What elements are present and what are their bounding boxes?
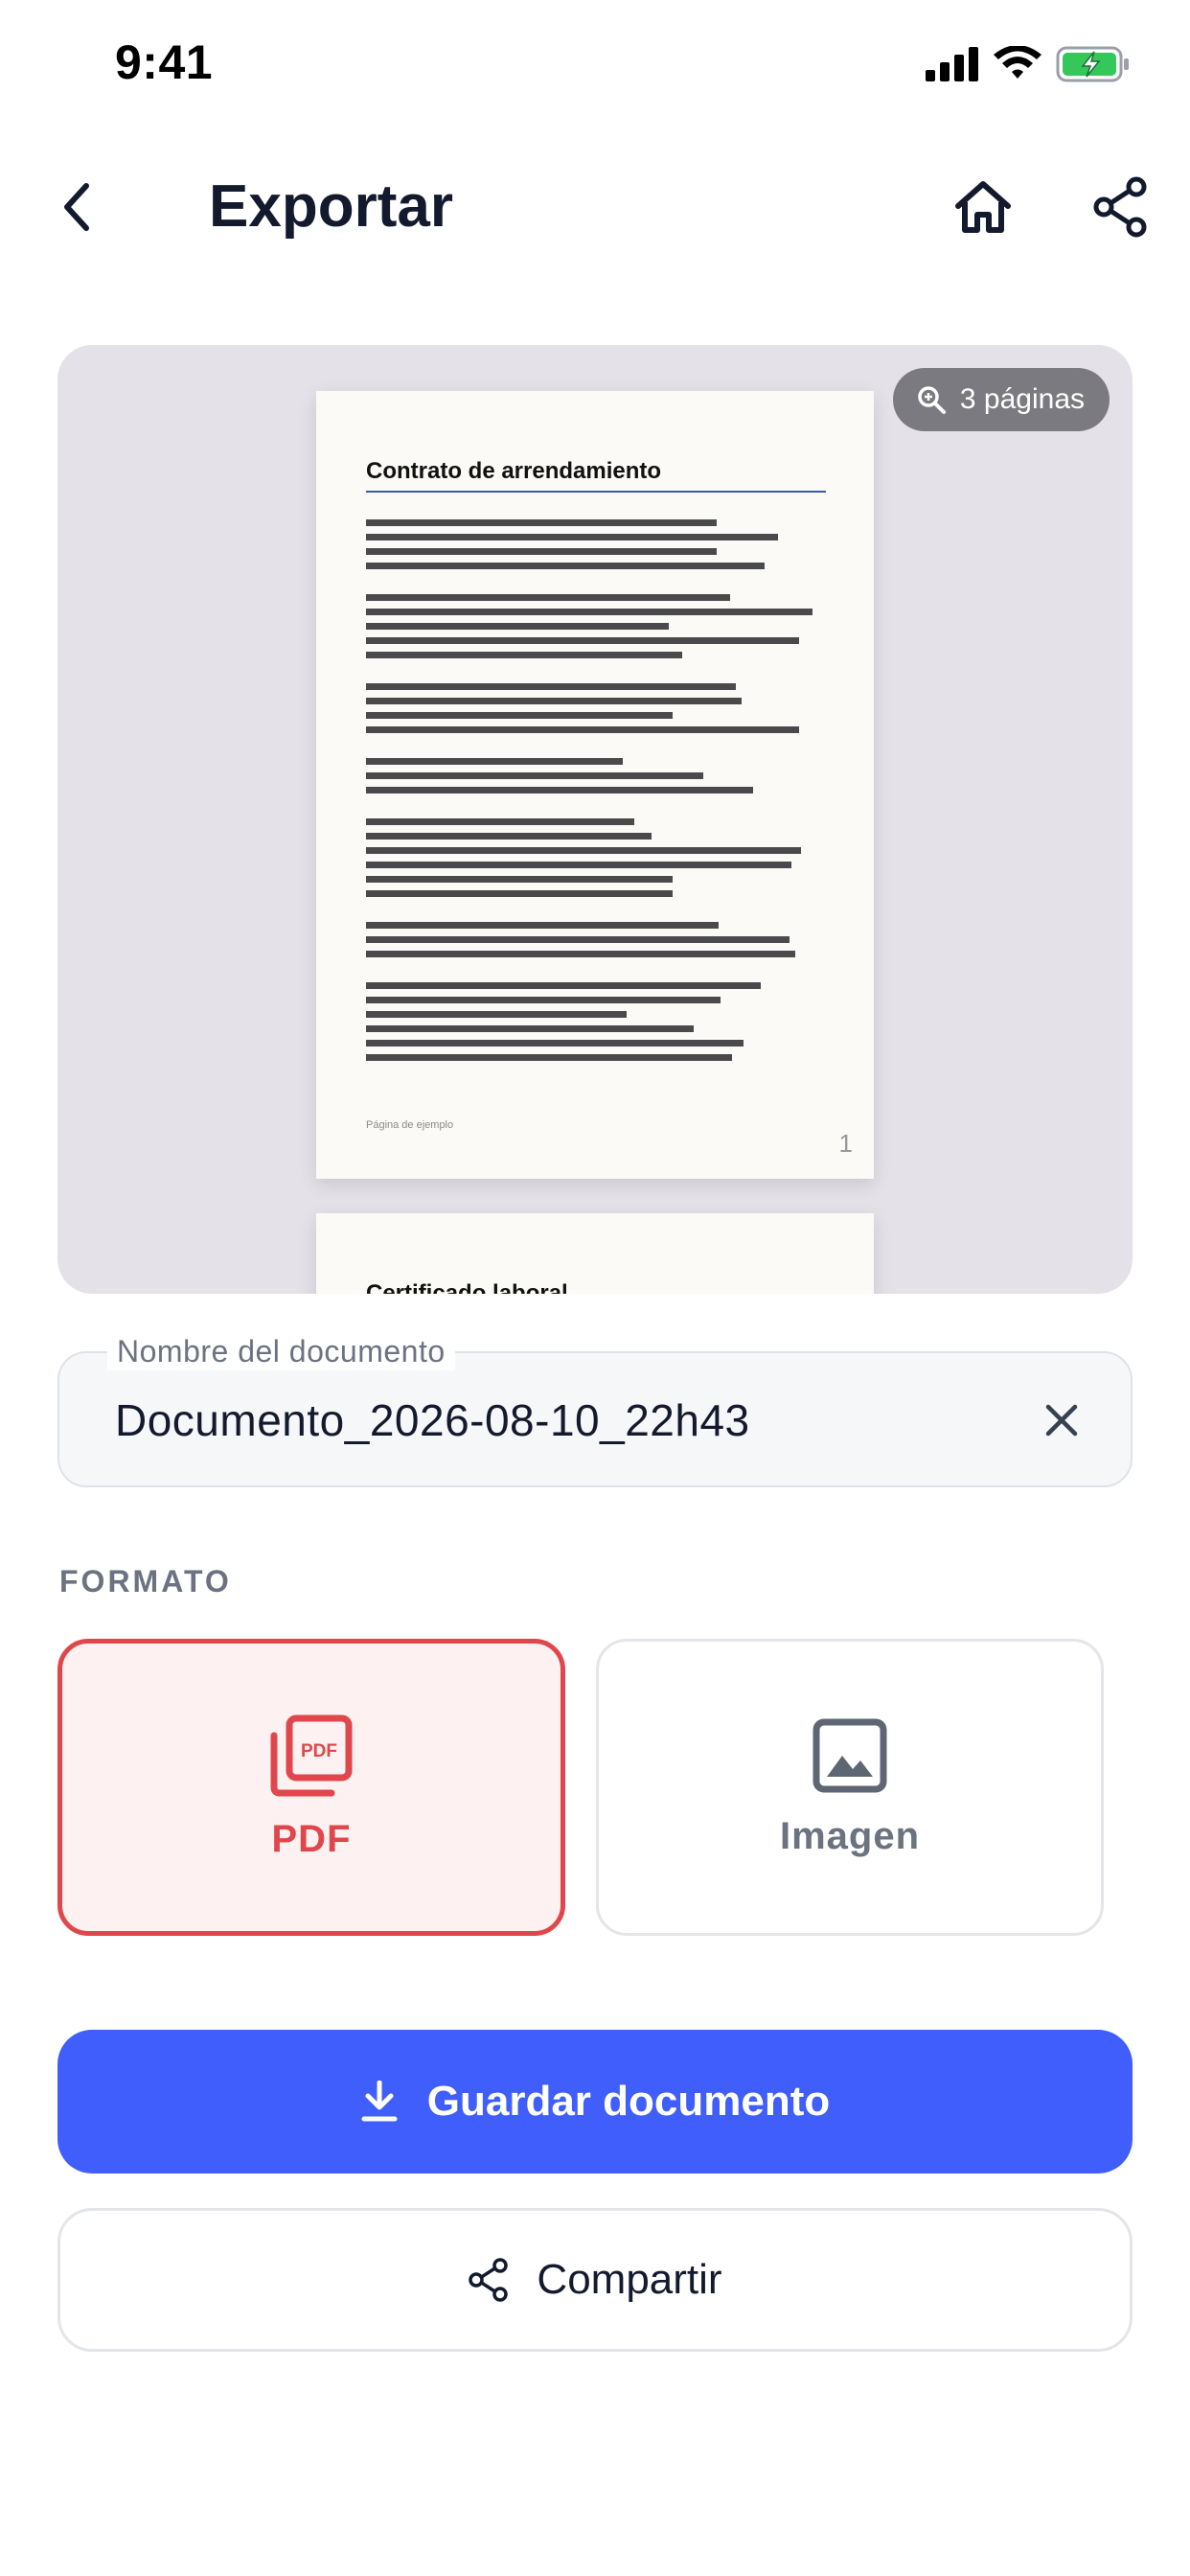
- share-button[interactable]: Compartir: [57, 2208, 1133, 2352]
- format-option-pdf[interactable]: PDF PDF: [57, 1639, 565, 1936]
- text-line: [366, 936, 790, 943]
- status-bar: 9:41: [0, 0, 1190, 130]
- text-line: [366, 862, 791, 868]
- header: Exportar: [0, 144, 1190, 270]
- chevron-left-icon: [64, 183, 89, 231]
- text-line: [366, 548, 717, 555]
- zoom-icon: [918, 386, 946, 414]
- close-icon: [1045, 1404, 1078, 1437]
- text-line: [366, 623, 669, 630]
- share-icon: [469, 2258, 509, 2302]
- text-line: [366, 1040, 744, 1046]
- save-document-button[interactable]: Guardar documento: [57, 2030, 1133, 2174]
- text-line: [366, 594, 730, 601]
- text-line: [366, 847, 801, 854]
- preview-page-title: Contrato de arrendamiento: [366, 458, 662, 484]
- pdf-file-icon: PDF: [270, 1714, 353, 1796]
- document-name-field: Nombre del documento: [57, 1332, 1133, 1487]
- format-section-label: FORMATO: [59, 1564, 232, 1598]
- format-option-image-label: Imagen: [779, 1814, 921, 1857]
- share-header-button[interactable]: [1087, 172, 1156, 242]
- preview-page-next-title: Certificado laboral: [366, 1280, 568, 1294]
- text-line: [366, 534, 778, 540]
- text-line: [366, 563, 765, 569]
- text-line: [366, 519, 717, 526]
- text-line: [366, 683, 736, 690]
- page-title: Exportar: [209, 173, 453, 240]
- text-line: [366, 698, 742, 704]
- text-line: [366, 1011, 627, 1018]
- home-button[interactable]: [949, 172, 1018, 242]
- preview-page: Contrato de arrendamiento Página de ejem…: [316, 391, 874, 1179]
- page-count-label: 3 páginas: [959, 383, 1085, 415]
- download-icon: [361, 2081, 398, 2122]
- text-line: [366, 922, 719, 929]
- text-line: [366, 712, 673, 719]
- cellular-signal-icon: [926, 47, 979, 86]
- status-time: 9:41: [115, 35, 214, 89]
- battery-charging-icon: [1056, 46, 1131, 87]
- preview-text-lines: [366, 519, 826, 1061]
- text-line: [366, 890, 673, 897]
- share-label: Compartir: [537, 2256, 722, 2303]
- text-line: [366, 997, 721, 1003]
- preview-title-rule: [366, 491, 826, 493]
- text-line: [366, 772, 703, 779]
- text-line: [366, 818, 634, 825]
- text-line: [366, 637, 799, 644]
- text-line: [366, 652, 682, 658]
- preview-page-next: Certificado laboral: [316, 1213, 874, 1294]
- wifi-icon: [993, 45, 1042, 87]
- page-count-badge[interactable]: 3 páginas: [892, 368, 1110, 431]
- text-line: [366, 833, 652, 840]
- status-icons: [926, 45, 1131, 87]
- text-line: [366, 726, 799, 733]
- text-line: [366, 758, 623, 765]
- home-icon: [955, 181, 1011, 233]
- clear-input-button[interactable]: [1035, 1393, 1088, 1447]
- preview-page-number: 1: [838, 1129, 853, 1158]
- text-line: [366, 876, 673, 883]
- text-line: [366, 951, 795, 957]
- text-line: [366, 609, 812, 615]
- back-button[interactable]: [42, 172, 111, 242]
- document-name-label: Nombre del documento: [107, 1332, 455, 1370]
- format-option-image[interactable]: Imagen: [596, 1639, 1104, 1936]
- preview-page-footer: Página de ejemplo: [366, 1119, 454, 1131]
- text-line: [366, 1054, 732, 1061]
- text-line: [366, 787, 753, 794]
- save-document-label: Guardar documento: [426, 2078, 831, 2125]
- document-preview[interactable]: Contrato de arrendamiento Página de ejem…: [57, 345, 1133, 1294]
- share-icon: [1093, 176, 1147, 238]
- format-option-pdf-label: PDF: [271, 1817, 352, 1860]
- image-icon: [812, 1718, 887, 1792]
- document-name-input[interactable]: [115, 1392, 1016, 1449]
- text-line: [366, 982, 761, 989]
- text-line: [366, 1025, 694, 1032]
- svg-text:PDF: PDF: [301, 1741, 337, 1761]
